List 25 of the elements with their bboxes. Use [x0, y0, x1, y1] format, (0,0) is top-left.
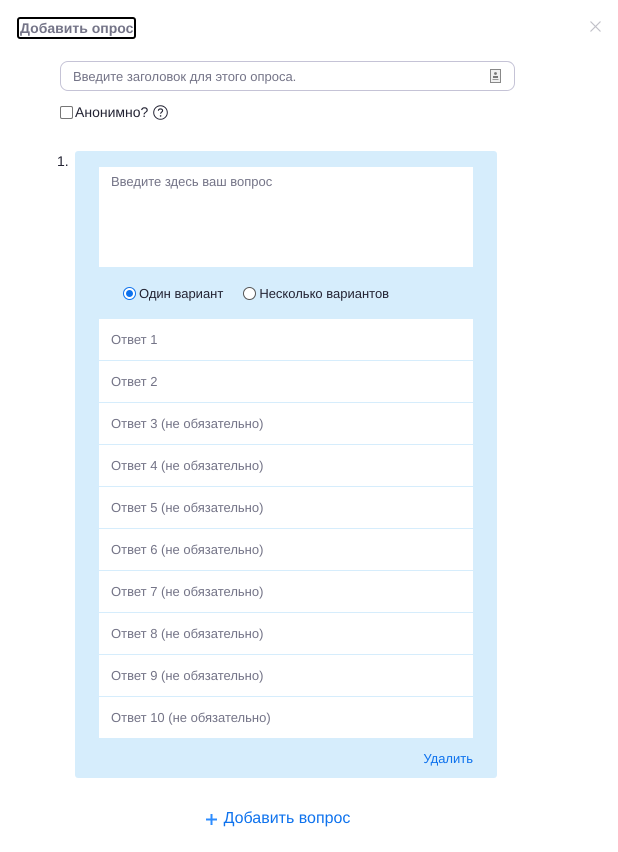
answer-field[interactable]: Ответ 8 (не обязательно): [99, 613, 473, 654]
answer-field[interactable]: Ответ 2: [99, 361, 473, 402]
radio-button[interactable]: [243, 286, 256, 300]
id-card-icon[interactable]: [490, 69, 501, 83]
radio-button[interactable]: [123, 286, 136, 300]
help-icon[interactable]: [153, 104, 168, 120]
answer-field[interactable]: Ответ 5 (не обязательно): [99, 487, 473, 528]
delete-link[interactable]: Удалить: [423, 750, 473, 766]
add-question-button[interactable]: Добавить вопрос: [206, 810, 350, 828]
poll-title-field[interactable]: Введите заголовок для этого опроса.: [60, 61, 515, 91]
question-field[interactable]: Введите здесь ваш вопрос: [99, 167, 473, 267]
answer-field[interactable]: Ответ 3 (не обязательно): [99, 403, 473, 444]
plus-icon: [206, 814, 217, 824]
anonymous-checkbox[interactable]: [60, 106, 73, 118]
answer-field[interactable]: Ответ 1: [99, 319, 473, 360]
radio-label: Один вариант: [139, 286, 224, 300]
answer-field[interactable]: Ответ 6 (не обязательно): [99, 529, 473, 570]
anonymous-label: Анонимно?: [75, 104, 148, 120]
question-number: 1.: [57, 152, 70, 169]
answer-field[interactable]: Ответ 9 (не обязательно): [99, 655, 473, 696]
radio-label: Несколько вариантов: [259, 286, 390, 300]
answer-field[interactable]: Ответ 7 (не обязательно): [99, 571, 473, 612]
answer-field[interactable]: Ответ 4 (не обязательно): [99, 445, 473, 486]
answer-field[interactable]: Ответ 10 (не обязательно): [99, 697, 473, 738]
dialog-title: Добавить опрос: [17, 16, 136, 38]
